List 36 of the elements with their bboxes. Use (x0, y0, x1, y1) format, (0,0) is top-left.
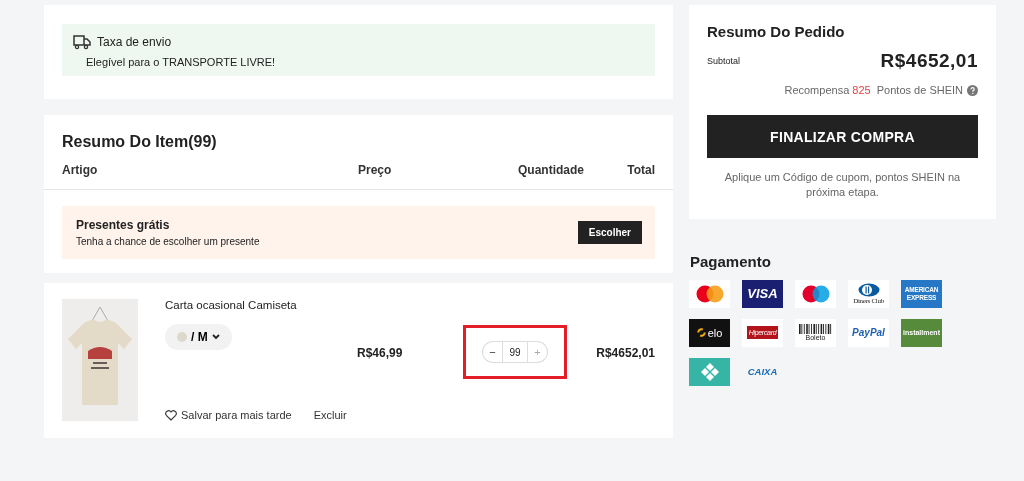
truck-icon (73, 34, 91, 50)
decrease-button[interactable]: − (482, 341, 502, 363)
item-summary-title: Resumo Do Item(99) (62, 133, 218, 151)
visa-logo: VISA (742, 279, 783, 308)
order-summary-title: Resumo Do Pedido (707, 23, 846, 40)
gift-subtitle: Tenha a chance de escolher um presente (76, 236, 260, 247)
item-price: R$46,99 (357, 346, 404, 360)
heart-icon (165, 409, 177, 421)
subtotal-label: Subtotal (707, 56, 741, 66)
payment-title: Pagamento (690, 252, 772, 270)
gift-title: Presentes grátis (76, 218, 171, 232)
column-header: Artigo (62, 163, 99, 177)
column-header: Preço (358, 163, 393, 177)
maestro-logo (795, 279, 836, 308)
checkout-button[interactable]: FINALIZAR COMPRA (707, 115, 978, 158)
save-for-later-link[interactable]: Salvar para mais tarde (165, 409, 292, 421)
help-icon[interactable] (967, 84, 978, 96)
coupon-note: Aplique um Código de cupom, pontos SHEIN na próxima etapa. (723, 170, 962, 200)
item-total: R$4652,01 (596, 346, 655, 360)
elo-logo: elo (689, 318, 730, 347)
product-name: Carta ocasional Camiseta (165, 299, 298, 311)
reward-text: Recompensa 825 Pontos de SHEIN (784, 84, 963, 96)
delete-link[interactable]: Excluir (313, 409, 347, 421)
shipping-message: Elegível para o TRANSPORTE LIVRE! (85, 56, 277, 68)
shipping-title: Taxa de envio (97, 35, 172, 49)
caixa-logo: CAIXA (746, 365, 779, 380)
variant-selector[interactable]: / M (165, 324, 232, 350)
column-header: Quantidade (517, 163, 584, 177)
chevron-down-icon (211, 334, 220, 340)
quantity-field[interactable]: 99 (502, 341, 528, 363)
subtotal-value: R$4652,01 (880, 50, 978, 72)
choose-button[interactable]: Escolher (577, 221, 642, 244)
mastercard-logo (689, 279, 730, 308)
pix-logo (689, 357, 730, 386)
column-header: Total (626, 163, 655, 177)
paypal-logo: PayPal (848, 318, 889, 347)
